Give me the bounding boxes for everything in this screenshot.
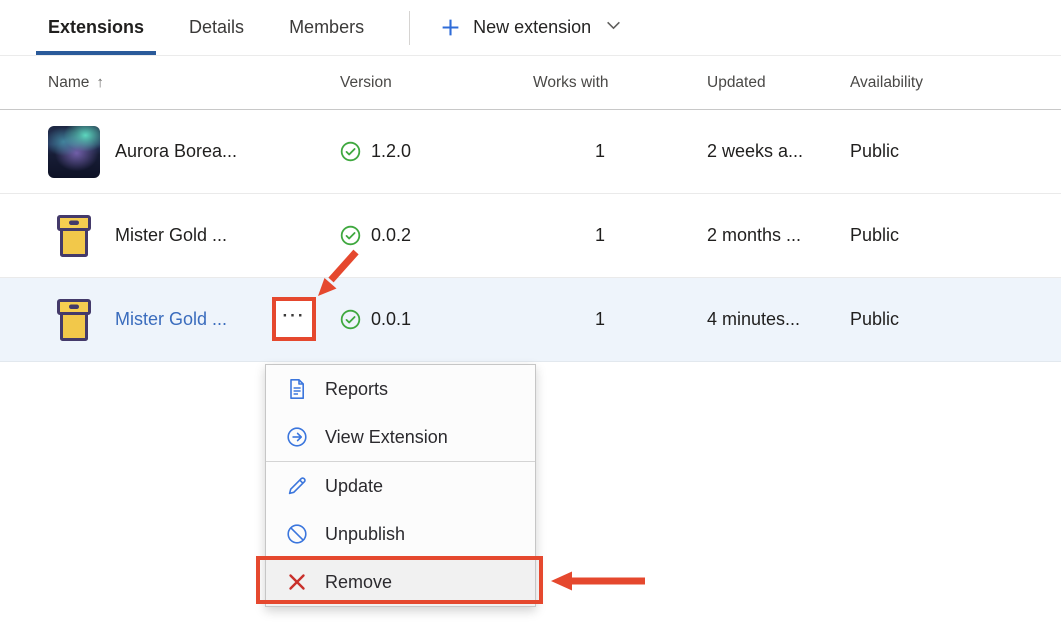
version-cell: 1.2.0	[340, 141, 533, 163]
works-with-value: 1	[533, 141, 707, 162]
availability-value: Public	[850, 309, 1061, 330]
aurora-thumbnail	[48, 126, 100, 178]
column-header-updated[interactable]: Updated	[707, 74, 850, 92]
box-thumbnail	[48, 210, 100, 262]
table-row[interactable]: Mister Gold ... 0.0.1 1 4 minutes... Pub…	[0, 278, 1061, 362]
works-with-value: 1	[533, 309, 707, 330]
menu-item-label: Update	[325, 476, 383, 497]
document-icon	[286, 378, 308, 400]
more-options-button[interactable]: ···	[276, 301, 312, 337]
menu-item-view-extension[interactable]: View Extension	[266, 413, 535, 461]
extension-name-cell: Mister Gold ...	[48, 210, 340, 262]
updated-value: 2 months ...	[707, 225, 850, 246]
version-cell: 0.0.2	[340, 225, 533, 247]
sort-ascending-icon: ↑	[96, 74, 104, 91]
availability-value: Public	[850, 141, 1061, 162]
x-icon	[286, 571, 308, 593]
extension-name[interactable]: Aurora Borea...	[115, 141, 237, 162]
annotation-arrow-remove	[551, 572, 645, 591]
menu-item-unpublish[interactable]: Unpublish	[266, 510, 535, 558]
check-circle-icon	[340, 141, 362, 163]
chevron-down-icon	[605, 17, 622, 39]
table-header: Name↑ Version Works with Updated Availab…	[0, 56, 1061, 110]
new-extension-label: New extension	[473, 17, 591, 38]
tab-extensions[interactable]: Extensions	[36, 0, 156, 55]
annotation-box-more-button: ···	[272, 297, 316, 341]
extension-name[interactable]: Mister Gold ...	[115, 225, 227, 246]
context-menu: Reports View Extension Update Unpublish	[265, 364, 536, 607]
box-thumbnail	[48, 294, 100, 346]
plus-icon	[440, 17, 462, 39]
arrow-circle-right-icon	[286, 426, 308, 448]
table-row[interactable]: Mister Gold ... 0.0.2 1 2 months ... Pub…	[0, 194, 1061, 278]
menu-item-label: Unpublish	[325, 524, 405, 545]
tab-members[interactable]: Members	[277, 0, 376, 55]
menu-item-reports[interactable]: Reports	[266, 365, 535, 413]
blocked-icon	[286, 523, 308, 545]
availability-value: Public	[850, 225, 1061, 246]
tab-extensions-label: Extensions	[48, 17, 144, 38]
updated-value: 4 minutes...	[707, 309, 850, 330]
menu-item-label: Remove	[325, 572, 392, 593]
menu-item-update[interactable]: Update	[266, 462, 535, 510]
tab-bar: Extensions Details Members New extension	[0, 0, 1061, 56]
extension-name-link[interactable]: Mister Gold ...	[115, 309, 227, 330]
tab-members-label: Members	[289, 17, 364, 38]
tabbar-divider	[409, 11, 410, 45]
updated-value: 2 weeks a...	[707, 141, 850, 162]
version-value: 0.0.1	[371, 309, 411, 330]
version-cell: 0.0.1	[340, 309, 533, 331]
tab-details[interactable]: Details	[177, 0, 256, 55]
column-header-works-with[interactable]: Works with	[533, 74, 707, 92]
column-header-name[interactable]: Name↑	[48, 74, 340, 92]
menu-item-remove[interactable]: Remove	[266, 558, 535, 606]
version-value: 0.0.2	[371, 225, 411, 246]
pencil-icon	[286, 475, 308, 497]
extension-name-cell: Aurora Borea...	[48, 126, 340, 178]
check-circle-icon	[340, 309, 362, 331]
version-value: 1.2.0	[371, 141, 411, 162]
check-circle-icon	[340, 225, 362, 247]
extensions-manager-page: Extensions Details Members New extension…	[0, 0, 1061, 624]
tab-details-label: Details	[189, 17, 244, 38]
works-with-value: 1	[533, 225, 707, 246]
menu-item-label: View Extension	[325, 427, 448, 448]
menu-item-label: Reports	[325, 379, 388, 400]
column-header-availability[interactable]: Availability	[850, 74, 1061, 92]
column-header-version[interactable]: Version	[340, 74, 533, 92]
table-row[interactable]: Aurora Borea... 1.2.0 1 2 weeks a... Pub…	[0, 110, 1061, 194]
new-extension-button[interactable]: New extension	[440, 0, 622, 55]
